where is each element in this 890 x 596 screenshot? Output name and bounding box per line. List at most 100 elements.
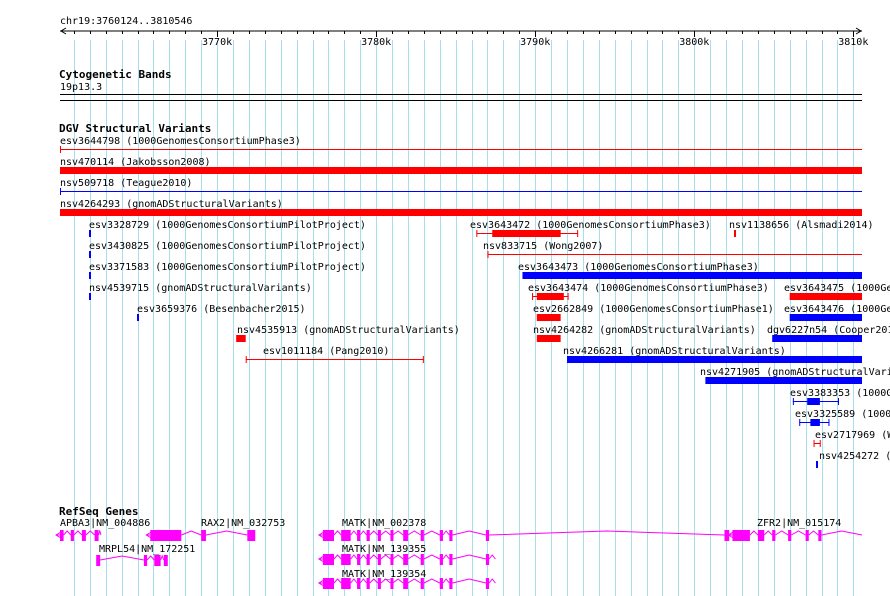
gene-exon (377, 554, 381, 565)
gene-exon (377, 578, 381, 589)
sv-bar (772, 335, 862, 342)
sv-label: nsv4539715 (gnomADStructuralVariants) (89, 283, 312, 294)
gene-exon (94, 530, 99, 541)
gene-label: MATK|NM_139355 (342, 544, 426, 555)
sv-label: esv2662849 (1000GenomesConsortiumPhase1) (533, 304, 774, 315)
gene-exon (60, 530, 64, 541)
gene-exon (150, 530, 182, 541)
sv-label: dgv6227n54 (Cooper2011) (767, 325, 890, 336)
sv-feature-esv3643475[interactable]: esv3643475 (1000GenomesConsortiumPhase3) (784, 283, 890, 300)
gene-exon (485, 530, 490, 541)
sv-tick (734, 230, 736, 237)
sv-label: esv3643474 (1000GenomesConsortiumPhase3) (528, 283, 769, 294)
gene-exon (341, 554, 351, 565)
sv-feature-esv3659376[interactable]: esv3659376 (Besenbacher2015) (137, 304, 306, 321)
ruler-track[interactable]: chr19:3760124..3810546 3770k 3780k 3790k 38… (60, 16, 868, 48)
sv-feature-esv3325589[interactable]: esv3325589 (1000GenomesConsortiumPilotPr… (795, 409, 890, 426)
gene-exon (757, 530, 765, 541)
sv-feature-esv3430825[interactable]: esv3430825 (1000GenomesConsortiumPilotPr… (89, 241, 366, 258)
sv-feature-nsv4271905[interactable]: nsv4271905 (gnomADStructuralVariants) (700, 367, 890, 384)
gene-label: MRPL54|NM_172251 (99, 544, 195, 555)
sv-feature-esv2662849[interactable]: esv2662849 (1000GenomesConsortiumPhase1) (533, 304, 774, 321)
gene-feature[interactable]: MRPL54|NM_172251 (96, 544, 195, 566)
ruler-tick-label: 3790k (520, 37, 550, 48)
sv-label: esv3643476 (1000GenomesConsortiumPhase3) (784, 304, 890, 315)
sv-feature-dgv6227n54[interactable]: dgv6227n54 (Cooper2011) (767, 325, 890, 342)
cytoband-track[interactable]: Cytogenetic Bands 19p13.3 (59, 68, 862, 101)
sv-feature-esv3371583[interactable]: esv3371583 (1000GenomesConsortiumPilotPr… (89, 262, 366, 279)
gene-exon (772, 530, 776, 541)
sv-feature-esv3643476[interactable]: esv3643476 (1000GenomesConsortiumPhase3) (784, 304, 890, 321)
sv-feature-esv3644798[interactable]: esv3644798 (1000GenomesConsortiumPhase3) (60, 136, 862, 153)
gene-exon (322, 530, 334, 541)
sv-feature-esv3328729[interactable]: esv3328729 (1000GenomesConsortiumPilotPr… (89, 220, 366, 237)
gene-exon (96, 555, 101, 566)
gene-label: ZFR2|NM_015174 (757, 518, 841, 529)
gene-feature[interactable]: MATK|NM_139355 (317, 544, 496, 565)
sv-label: nsv1138656 (Alsmadi2014) (729, 220, 874, 231)
sv-tick (89, 272, 91, 279)
gene-exon (420, 578, 424, 589)
dgv-track[interactable]: DGV Structural Variants esv3644798 (1000… (59, 122, 890, 468)
sv-feature-nsv1138656[interactable]: nsv1138656 (Alsmadi2014) (729, 220, 874, 237)
sv-label: nsv4254272 (gnomADStructuralVariants) (819, 451, 890, 462)
gene-exon (439, 530, 443, 541)
gene-feature[interactable]: RAX2|NM_032753 (145, 518, 285, 541)
gene-exon (390, 554, 394, 565)
sv-feature-nsv4535913[interactable]: nsv4535913 (gnomADStructuralVariants) (236, 325, 460, 342)
gene-exon (485, 578, 490, 589)
sv-bar (236, 335, 246, 342)
dgv-track-title: DGV Structural Variants (59, 122, 211, 135)
gene-exon (818, 530, 822, 541)
sv-feature-esv1011184[interactable]: esv1011184 (Pang2010) (245, 346, 424, 363)
sv-bar (789, 314, 862, 321)
gene-exon (403, 530, 408, 541)
sv-feature-esv3383353[interactable]: esv3383353 (1000GenomesConsortiumPilotPr… (790, 388, 890, 405)
gene-exon (390, 530, 394, 541)
gene-exon (163, 555, 168, 566)
sv-label: nsv833715 (Wong2007) (483, 241, 603, 252)
sv-feature-nsv4264282[interactable]: nsv4264282 (gnomADStructuralVariants) (533, 325, 756, 342)
gene-exon (420, 554, 424, 565)
gene-exon (805, 530, 809, 541)
sv-feature-esv3643473[interactable]: esv3643473 (1000GenomesConsortiumPhase3) (518, 262, 862, 279)
sv-feature-nsv4264293[interactable]: nsv4264293 (gnomADStructuralVariants) (60, 199, 862, 216)
refseq-track[interactable]: RefSeq Genes APBA3|NM_004886 MRPL54|NM_17… (55, 505, 863, 589)
gene-exon (449, 554, 453, 565)
sv-bar (567, 356, 862, 363)
sv-label: nsv4266281 (gnomADStructuralVariants) (563, 346, 786, 357)
ruler-tick-label: 3810k (838, 37, 868, 48)
gene-exon (366, 578, 370, 589)
cytoband-track-title: Cytogenetic Bands (59, 68, 172, 81)
sv-feature-nsv470114[interactable]: nsv470114 (Jakobsson2008) (60, 157, 862, 174)
gene-exon (247, 530, 256, 541)
sv-feature-esv2717969[interactable]: esv2717969 (Wong2012b) (813, 430, 890, 447)
gene-exon (377, 530, 381, 541)
sv-feature-esv3643474[interactable]: esv3643474 (1000GenomesConsortiumPhase3) (528, 283, 769, 300)
gene-feature[interactable]: APBA3|NM_004886 (55, 518, 150, 541)
sv-feature-nsv833715[interactable]: nsv833715 (Wong2007) (483, 241, 862, 258)
ruler-ticks: 3770k 3780k 3790k 3800k 3810k (74, 31, 868, 48)
sv-bar (705, 377, 862, 384)
gene-exon (143, 555, 148, 566)
sv-feature-esv3643472[interactable]: esv3643472 (1000GenomesConsortiumPhase3) (470, 220, 711, 237)
gene-feature[interactable]: MATK|NM_002378 (317, 518, 740, 541)
sv-tick (89, 293, 91, 300)
sv-label: esv3643473 (1000GenomesConsortiumPhase3) (518, 262, 759, 273)
sv-feature-nsv4266281[interactable]: nsv4266281 (gnomADStructuralVariants) (563, 346, 862, 363)
gene-exon (485, 554, 490, 565)
ruler-tick-label: 3800k (679, 37, 709, 48)
gene-feature[interactable]: ZFR2|NM_015174 (727, 518, 863, 541)
gene-intron (181, 530, 248, 536)
sv-label: esv2717969 (Wong2012b) (815, 430, 890, 441)
sv-label: nsv509718 (Teague2010) (60, 178, 192, 189)
sv-label: esv3430825 (1000GenomesConsortiumPilotPr… (89, 241, 366, 252)
sv-label: esv3325589 (1000GenomesConsortiumPilotPr… (795, 409, 890, 420)
gene-exon (322, 554, 334, 565)
gene-feature[interactable]: MATK|NM_139354 (317, 569, 496, 589)
cytoband-label: 19p13.3 (60, 82, 102, 93)
sv-feature-nsv509718[interactable]: nsv509718 (Teague2010) (60, 178, 862, 195)
gene-exon (357, 554, 361, 565)
sv-label: nsv4535913 (gnomADStructuralVariants) (237, 325, 460, 336)
gene-features: APBA3|NM_004886 MRPL54|NM_172251 RAX2|NM_0… (55, 518, 863, 589)
